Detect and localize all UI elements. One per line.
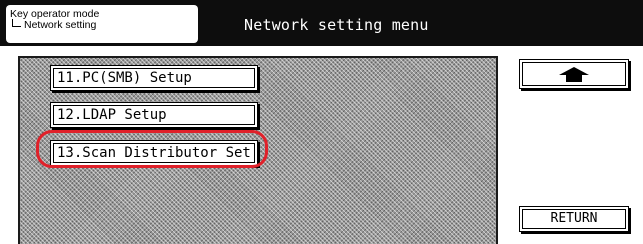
return-button[interactable]: RETURN <box>519 206 629 232</box>
up-level-button[interactable] <box>519 59 629 89</box>
page-title: Network setting menu <box>244 16 429 34</box>
pc-smb-setup-button[interactable]: 11.PC(SMB) Setup <box>50 65 258 91</box>
breadcrumb-current-row: Network setting <box>10 20 96 31</box>
ldap-setup-button[interactable]: 12.LDAP Setup <box>50 102 258 128</box>
up-arrow-icon <box>559 67 589 82</box>
copier-panel-screen: Key operator mode Network setting Networ… <box>0 0 643 244</box>
header-bar: Key operator mode Network setting Networ… <box>0 0 643 46</box>
breadcrumb: Key operator mode Network setting <box>6 5 198 43</box>
breadcrumb-current: Network setting <box>24 19 97 31</box>
scan-distributor-set-button[interactable]: 13.Scan Distributor Set <box>50 140 258 166</box>
